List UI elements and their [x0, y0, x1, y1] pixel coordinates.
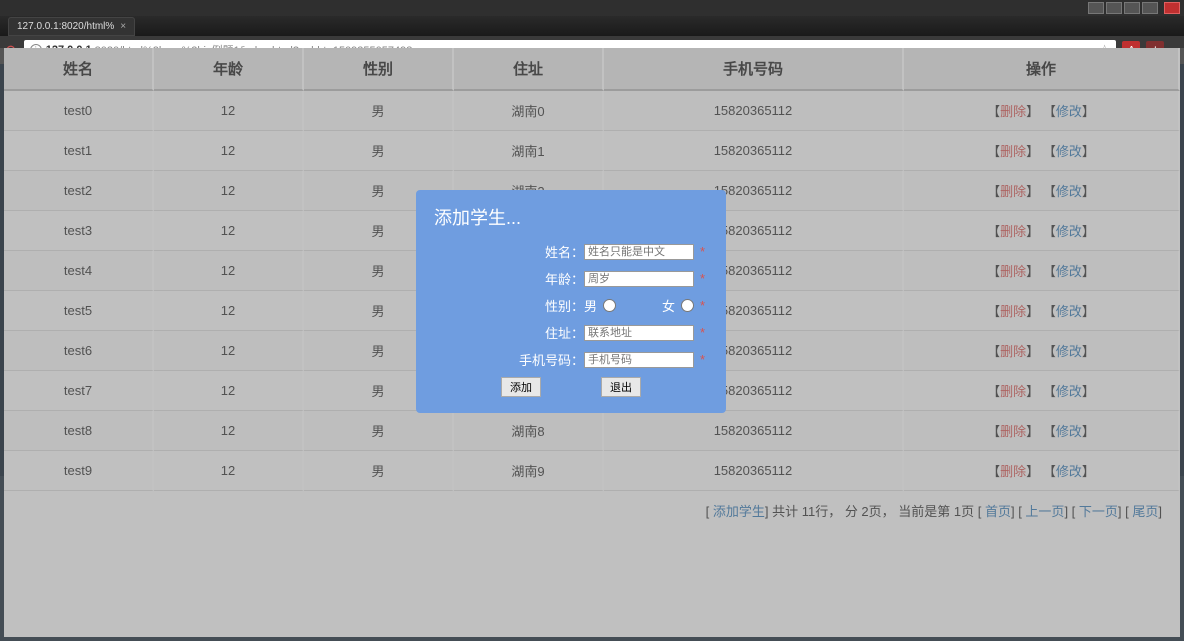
label-gender: 性别： [504, 296, 584, 315]
window-maximize-icon[interactable] [1124, 2, 1140, 14]
gender-female-label: 女 [662, 296, 675, 315]
label-phone: 手机号码： [504, 350, 584, 369]
address-input[interactable] [584, 325, 694, 341]
label-name: 姓名： [504, 242, 584, 261]
age-input[interactable] [584, 271, 694, 287]
modal-title: 添加学生... [434, 204, 708, 230]
label-age: 年龄： [504, 269, 584, 288]
tab-title: 127.0.0.1:8020/html% [17, 21, 114, 32]
browser-tab[interactable]: 127.0.0.1:8020/html% × [8, 17, 135, 36]
form-row-phone: 手机号码： * [434, 350, 708, 369]
modal-button-row: 添加 退出 [434, 377, 708, 397]
required-mark: * [700, 325, 708, 340]
form-row-address: 住址： * [434, 323, 708, 342]
gender-female-radio[interactable] [681, 299, 694, 312]
window-restore-icon[interactable] [1106, 2, 1122, 14]
gender-male-label: 男 [584, 296, 597, 315]
required-mark: * [700, 352, 708, 367]
form-row-name: 姓名： * [434, 242, 708, 261]
form-row-age: 年龄： * [434, 269, 708, 288]
browser-tab-bar: 127.0.0.1:8020/html% × [0, 16, 1184, 36]
window-close-icon[interactable] [1142, 2, 1158, 14]
window-close-red-icon[interactable] [1164, 2, 1180, 14]
exit-button[interactable]: 退出 [601, 377, 641, 397]
close-icon[interactable]: × [120, 21, 126, 32]
required-mark: * [700, 271, 708, 286]
add-student-modal: 添加学生... 姓名： * 年龄： * 性别： 男 女 * 住址： * 手机号码… [416, 190, 726, 413]
label-address: 住址： [504, 323, 584, 342]
required-mark: * [700, 298, 708, 313]
phone-input[interactable] [584, 352, 694, 368]
window-title-bar [0, 0, 1184, 16]
name-input[interactable] [584, 244, 694, 260]
required-mark: * [700, 244, 708, 259]
window-minimize-icon[interactable] [1088, 2, 1104, 14]
add-button[interactable]: 添加 [501, 377, 541, 397]
form-row-gender: 性别： 男 女 * [434, 296, 708, 315]
gender-male-radio[interactable] [603, 299, 616, 312]
